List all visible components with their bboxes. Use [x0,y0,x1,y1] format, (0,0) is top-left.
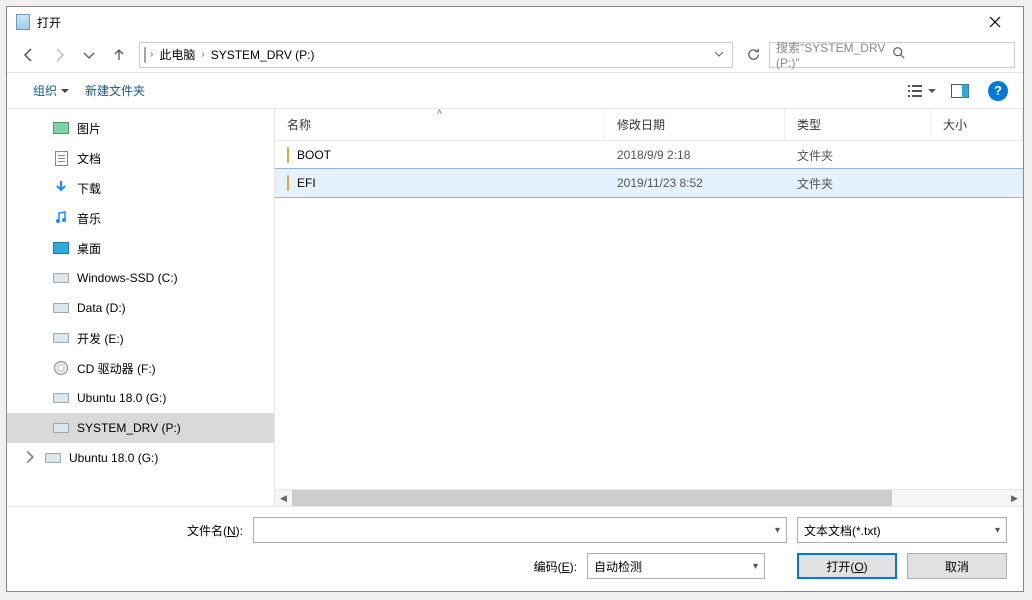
tree-item[interactable]: 文档 [7,143,274,173]
tree-item-label: Ubuntu 18.0 (G:) [69,451,158,465]
breadcrumb-current[interactable]: SYSTEM_DRV (P:) [209,43,317,67]
tree-item[interactable]: 下载 [7,173,274,203]
tree-item-label: SYSTEM_DRV (P:) [77,421,181,435]
organize-button[interactable]: 组织 [27,78,75,103]
scroll-thumb[interactable] [292,490,892,506]
nav-tree[interactable]: 图片文档下载音乐桌面 Windows-SSD (C:) Data (D:) 开发 (E… [7,109,275,506]
column-headers: ˄名称 修改日期 类型 大小 [275,109,1023,141]
toolbar: 组织 新建文件夹 ? [7,73,1023,109]
filename-input[interactable]: ▾ [253,517,787,543]
tree-item[interactable]: 图片 [7,113,274,143]
encoding-select[interactable]: 自动检测▾ [587,553,765,579]
tree-item[interactable]: CD 驱动器 (F:) [7,353,274,383]
folder-icon [287,176,289,190]
file-name: EFI [297,176,316,190]
col-type[interactable]: 类型 [785,109,931,140]
drive-icon [53,390,69,406]
file-row[interactable]: BOOT 2018/9/9 2:18文件夹 [275,141,1023,169]
file-pane: ˄名称 修改日期 类型 大小 BOOT 2018/9/9 2:18文件夹 EFI 20… [275,109,1023,506]
tree-item-label: 下载 [77,180,101,197]
tree-item-label: Ubuntu 18.0 (G:) [77,391,166,405]
tree-item[interactable]: 桌面 [7,233,274,263]
new-folder-button[interactable]: 新建文件夹 [79,78,151,103]
tree-item-label: Windows-SSD (C:) [77,271,178,285]
drive-sys-icon [53,270,69,286]
chevron-right-icon[interactable]: › [150,49,153,60]
drive-icon [53,300,69,316]
expand-icon[interactable] [23,450,37,467]
bottom-panel: 文件名(N): ▾ 文本文档(*.txt)▾ 编码(E): 自动检测▾ 打开(O… [7,506,1023,591]
open-dialog: 打开 › 此电脑 › SYSTEM_DRV (P:) 搜索"SYSTEM_DRV… [6,6,1024,592]
file-name: BOOT [297,148,331,162]
forward-button[interactable] [45,41,73,69]
close-button[interactable] [975,7,1015,37]
help-button[interactable]: ? [981,77,1015,105]
nav-row: › 此电脑 › SYSTEM_DRV (P:) 搜索"SYSTEM_DRV (P… [7,37,1023,73]
file-list[interactable]: BOOT 2018/9/9 2:18文件夹 EFI 2019/11/23 8:52文件… [275,141,1023,489]
col-name[interactable]: ˄名称 [275,109,605,140]
sort-asc-icon: ˄ [437,107,442,117]
music-icon [53,210,69,226]
tree-item-label: 音乐 [77,210,101,227]
open-button[interactable]: 打开(O) [797,553,897,579]
tree-item-label: Data (D:) [77,301,126,315]
tree-item-label: 文档 [77,150,101,167]
tree-item[interactable]: 音乐 [7,203,274,233]
preview-pane-button[interactable] [943,77,977,105]
window-title: 打开 [37,14,975,31]
back-button[interactable] [15,41,43,69]
view-mode-button[interactable] [905,77,939,105]
recent-dropdown[interactable] [75,41,103,69]
file-date: 2019/11/23 8:52 [605,176,785,190]
up-button[interactable] [105,41,133,69]
body: 图片文档下载音乐桌面 Windows-SSD (C:) Data (D:) 开发 (E… [7,109,1023,506]
refresh-button[interactable] [739,42,767,68]
drive-icon [144,48,146,62]
titlebar: 打开 [7,7,1023,37]
address-dropdown[interactable] [710,48,728,62]
file-type: 文件夹 [785,175,931,192]
tree-item[interactable]: Data (D:) [7,293,274,323]
document-icon [53,150,69,166]
breadcrumb-root[interactable]: 此电脑 [157,43,197,67]
tree-item-label: CD 驱动器 (F:) [77,360,156,377]
tree-item[interactable]: Ubuntu 18.0 (G:) [7,443,274,473]
chevron-right-icon[interactable]: › [201,49,204,60]
tree-item[interactable]: Windows-SSD (C:) [7,263,274,293]
filter-select[interactable]: 文本文档(*.txt)▾ [797,517,1007,543]
file-type: 文件夹 [785,147,931,164]
drive-icon [53,420,69,436]
folder-icon [287,148,289,162]
file-date: 2018/9/9 2:18 [605,148,785,162]
picture-icon [53,120,69,136]
search-icon[interactable] [892,46,1008,63]
scroll-left-icon[interactable]: ◀ [275,490,292,507]
drive-icon [53,330,69,346]
search-input[interactable]: 搜索"SYSTEM_DRV (P:)" [769,42,1015,68]
tree-item-label: 桌面 [77,240,101,257]
cancel-button[interactable]: 取消 [907,553,1007,579]
tree-item-label: 图片 [77,120,101,137]
file-row[interactable]: EFI 2019/11/23 8:52文件夹 [275,169,1023,197]
search-placeholder: 搜索"SYSTEM_DRV (P:)" [776,39,892,70]
tree-item[interactable]: Ubuntu 18.0 (G:) [7,383,274,413]
download-icon [53,180,69,196]
encoding-label: 编码(E): [534,558,577,575]
disc-icon [53,360,69,376]
tree-item[interactable]: SYSTEM_DRV (P:) [7,413,274,443]
horizontal-scrollbar[interactable]: ◀ ▶ [275,489,1023,506]
scroll-right-icon[interactable]: ▶ [1006,490,1023,507]
col-date[interactable]: 修改日期 [605,109,785,140]
drive-icon [45,450,61,466]
col-size[interactable]: 大小 [931,109,1023,140]
filename-label: 文件名(N): [23,522,243,539]
tree-item-label: 开发 (E:) [77,330,124,347]
tree-item[interactable]: 开发 (E:) [7,323,274,353]
app-icon [15,14,31,30]
monitor-icon [53,240,69,256]
address-bar[interactable]: › 此电脑 › SYSTEM_DRV (P:) [139,42,733,68]
